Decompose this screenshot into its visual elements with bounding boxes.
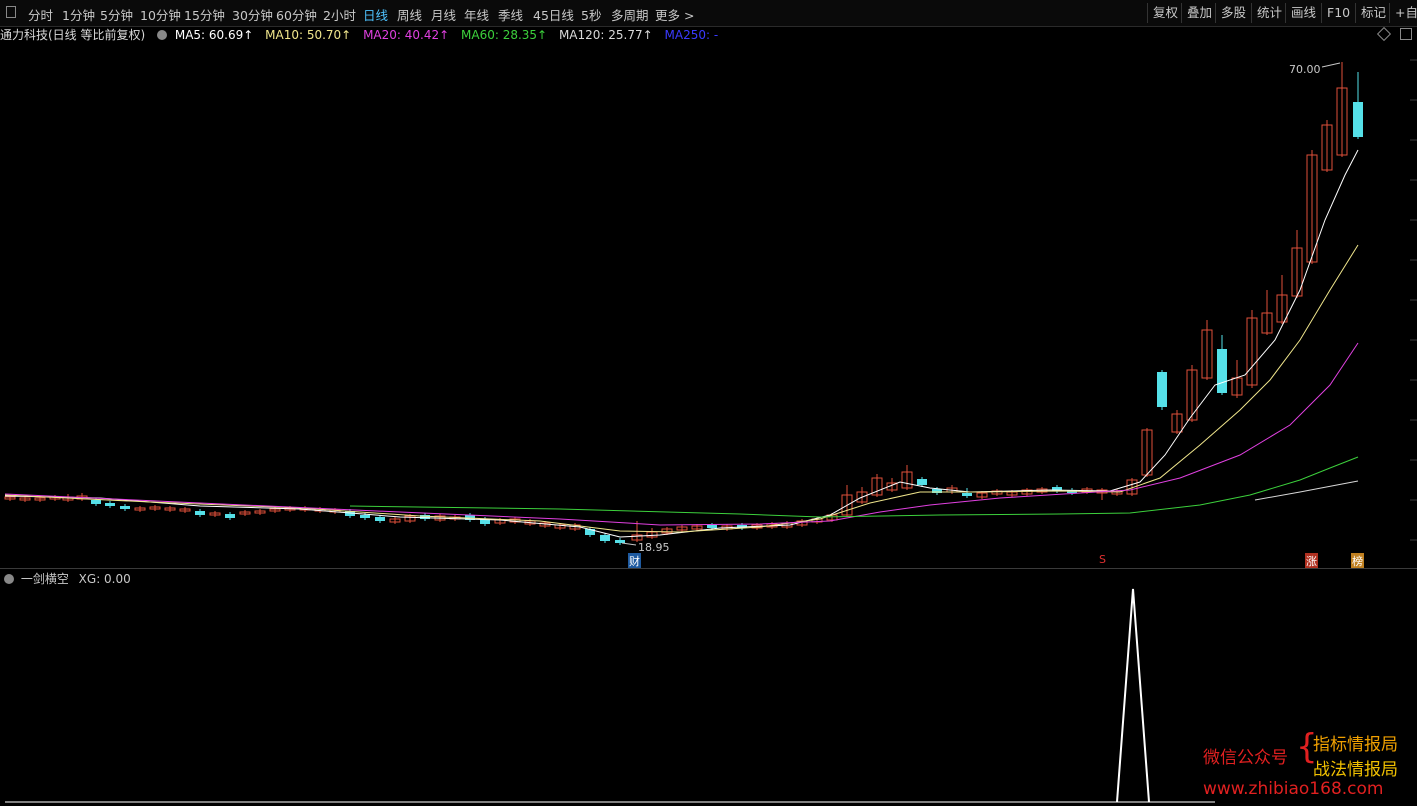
ma120-line (1254, 480, 1359, 501)
candle-body (105, 503, 115, 506)
low-arrow (621, 542, 637, 546)
high-price-label: 70.00 (1289, 63, 1321, 76)
ma5-line (4, 149, 1359, 538)
watermark-line1: 指标情报局 (1313, 735, 1398, 755)
watermark-line2: 战法情报局 (1313, 760, 1398, 780)
candle-body (707, 525, 717, 528)
indicator-chart[interactable] (0, 569, 1417, 805)
candle-body (360, 515, 370, 518)
watermark-wechat: 微信公众号 (1203, 748, 1288, 768)
candle-body (600, 535, 610, 541)
candle-body (962, 493, 972, 496)
high-arrow (1321, 62, 1341, 68)
candle-body (615, 540, 625, 543)
finance-marker[interactable]: 财 (628, 553, 641, 569)
ma20-line (4, 342, 1359, 526)
candle-body (195, 511, 205, 515)
candlestick-chart[interactable] (0, 0, 1417, 568)
candle-body (1157, 372, 1167, 407)
candle-body (91, 500, 101, 504)
low-price-label: 18.95 (638, 541, 670, 554)
signal-marker[interactable]: S (1099, 553, 1106, 566)
watermark-url: www.zhibiao168.com (1203, 779, 1384, 799)
candle-body (120, 506, 130, 509)
candle-body (375, 517, 385, 521)
candle-body (917, 479, 927, 485)
limit-up-marker[interactable]: 涨 (1305, 553, 1318, 569)
candle-body (1217, 349, 1227, 393)
ma10-line (4, 244, 1359, 533)
candle-body (1353, 102, 1363, 137)
dragon-tiger-marker[interactable]: 榜 (1351, 553, 1364, 569)
xg-spike (1116, 588, 1150, 803)
candle-body (225, 514, 235, 518)
